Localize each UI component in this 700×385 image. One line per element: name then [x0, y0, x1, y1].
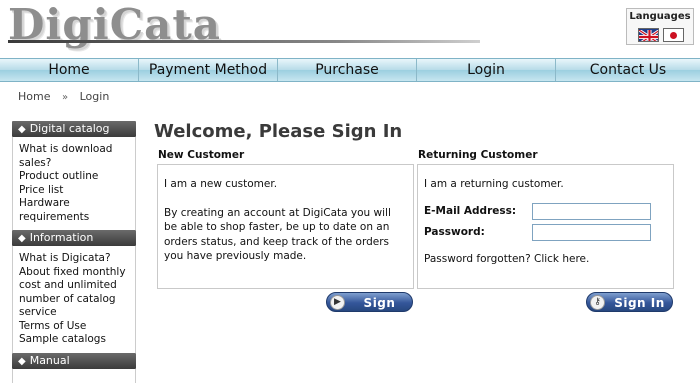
password-label: Password:	[424, 225, 485, 238]
new-customer-description: By creating an account at DigiCata you w…	[164, 206, 391, 263]
sidebar: ◆ Digital catalog What is download sales?…	[12, 121, 136, 383]
diamond-icon: ◆	[18, 124, 26, 135]
key-icon: ⚷	[590, 295, 605, 310]
language-selector: Languages	[626, 8, 694, 45]
diamond-icon: ◆	[18, 355, 26, 367]
sidebar-item-product-outline[interactable]: Product outline	[19, 170, 131, 184]
sidebar-item-fixed-monthly-cost[interactable]: About fixed monthly cost and unlimited n…	[19, 266, 131, 320]
password-forgotten-link[interactable]: Password forgotten? Click here.	[424, 252, 667, 267]
main-navigation: Home Payment Method Purchase Login Conta…	[0, 58, 700, 82]
sidebar-item-sample-catalogs[interactable]: Sample catalogs	[19, 333, 131, 347]
sidebar-list-manual	[12, 368, 136, 383]
breadcrumb-separator: »	[61, 92, 69, 103]
diamond-icon: ◆	[18, 233, 26, 244]
site-header: DigiCata Languages	[0, 0, 700, 58]
nav-contact-us[interactable]: Contact Us	[556, 59, 700, 81]
sidebar-section-manual: ◆ Manual	[12, 352, 136, 369]
sidebar-item-download-sales[interactable]: What is download sales?	[19, 143, 131, 170]
nav-purchase[interactable]: Purchase	[278, 59, 417, 81]
nav-payment-method[interactable]: Payment Method	[139, 59, 278, 81]
email-label: E-Mail Address:	[424, 204, 517, 217]
breadcrumb: Home » Login	[18, 90, 109, 103]
returning-customer-heading: Returning Customer	[418, 149, 538, 161]
sidebar-item-hardware-requirements[interactable]: Hardware requirements	[19, 197, 131, 224]
sidebar-item-what-is-digicata[interactable]: What is Digicata?	[19, 252, 131, 266]
nav-login[interactable]: Login	[417, 59, 556, 81]
languages-label: Languages	[629, 11, 691, 22]
password-field[interactable]	[532, 223, 651, 241]
nav-home[interactable]: Home	[0, 59, 139, 81]
uk-flag-icon[interactable]	[638, 28, 659, 42]
sidebar-item-price-list[interactable]: Price list	[19, 184, 131, 198]
breadcrumb-home[interactable]: Home	[18, 90, 50, 103]
sidebar-list-information: What is Digicata? About fixed monthly co…	[12, 246, 136, 353]
arrow-right-icon: ▶	[330, 295, 345, 310]
returning-customer-panel: I am a returning customer. E-Mail Addres…	[417, 164, 674, 289]
password-row: Password:	[424, 222, 667, 243]
sign-in-button[interactable]: ⚷ Sign In	[586, 292, 673, 312]
email-row: E-Mail Address:	[424, 201, 667, 222]
email-field[interactable]	[532, 202, 651, 220]
new-customer-intro: I am a new customer.	[164, 178, 278, 190]
new-customer-panel: I am a new customer. By creating an acco…	[157, 164, 414, 289]
sidebar-list-digital-catalog: What is download sales? Product outline …	[12, 137, 136, 230]
breadcrumb-current[interactable]: Login	[80, 90, 110, 103]
new-customer-heading: New Customer	[158, 149, 245, 161]
returning-customer-intro: I am a returning customer.	[424, 178, 564, 190]
logo-underline	[8, 40, 480, 43]
sidebar-section-digital-catalog: ◆ Digital catalog	[12, 121, 136, 137]
sidebar-section-information: ◆ Information	[12, 230, 136, 246]
sign-up-button[interactable]: ▶ Sign Up	[326, 292, 413, 330]
japan-flag-icon[interactable]	[663, 28, 684, 42]
page-title: Welcome, Please Sign In	[154, 121, 403, 142]
sidebar-item-terms-of-use[interactable]: Terms of Use	[19, 320, 131, 334]
